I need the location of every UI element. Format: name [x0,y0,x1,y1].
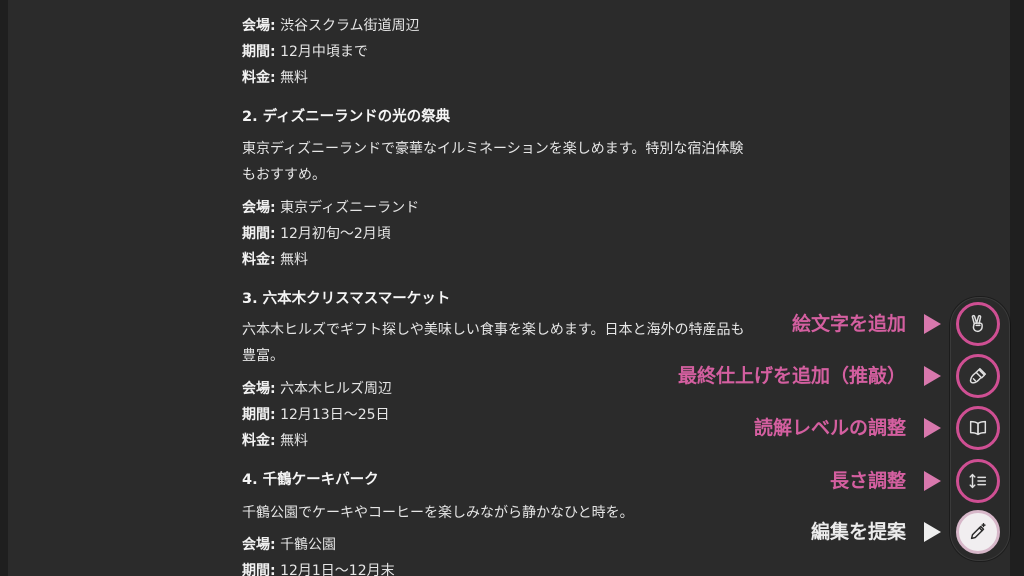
arrow-right-icon [924,366,941,386]
item1-fee: 料金: 無料 [242,68,308,88]
item2-desc-line2: もおすすめ。 [242,167,326,183]
reading-level-button[interactable] [956,406,1000,450]
period-label: 期間: [242,44,276,60]
venue-value: 六本木ヒルズ周辺 [280,381,393,397]
period-value: 12月中頃まで [280,44,368,60]
item4-heading: 4. 千鶴ケーキパーク [242,472,379,488]
fee-label: 料金: [242,433,276,449]
venue-label: 会場: [242,18,276,34]
suggest-edits-button[interactable] [956,510,1000,554]
period-label: 期間: [242,407,276,423]
fee-label: 料金: [242,70,276,86]
period-value: 12月13日〜25日 [280,407,390,423]
venue-label: 会場: [242,200,276,216]
item4-venue: 会場: 千鶴公園 [242,535,336,555]
fee-value: 無料 [280,252,309,268]
item2-period: 期間: 12月初旬〜2月頃 [242,224,391,244]
brush-icon [969,367,987,384]
period-value: 12月1日〜12月末 [280,563,395,576]
peace-hand-icon [971,315,983,333]
item3-desc-line1: 六本木ヒルズでギフト探しや美味しい食事を楽しめます。日本と海外の特産品も [242,322,745,338]
item3-fee: 料金: 無料 [242,431,308,451]
adjust-length-button[interactable] [956,459,1000,503]
venue-value: 千鶴公園 [280,537,337,553]
item2-heading: 2. ディズニーランドの光の祭典 [242,109,451,125]
fee-value: 無料 [280,70,309,86]
line-height-icon [969,473,987,489]
left-edge [0,0,8,576]
chat-page: 会場: 渋谷スクラム街道周辺 期間: 12月中頃まで 料金: 無料 2. ディズ… [0,0,1024,576]
item3-period: 期間: 12月13日〜25日 [242,405,390,425]
item3-desc-line2: 豊富。 [242,348,284,364]
arrow-right-icon [924,418,941,438]
fee-label: 料金: [242,252,276,268]
venue-label: 会場: [242,381,276,397]
period-label: 期間: [242,563,276,576]
venue-label: 会場: [242,537,276,553]
add-emoji-button[interactable] [956,302,1000,346]
suggest-edits-label[interactable]: 編集を提案 [811,520,906,544]
item3-venue: 会場: 六本木ヒルズ周辺 [242,379,392,399]
item4-desc-line1: 千鶴公園でケーキやコーヒーを楽しみながら静かなひと時を。 [242,505,634,521]
item2-fee: 料金: 無料 [242,250,308,270]
item2-venue: 会場: 東京ディズニーランド [242,198,419,218]
arrow-right-icon [924,522,941,542]
right-edge [1010,0,1024,576]
item4-period: 期間: 12月1日〜12月末 [242,561,395,576]
arrow-right-icon [924,314,941,334]
period-label: 期間: [242,226,276,242]
item2-desc-line1: 東京ディズニーランドで豪華なイルミネーションを楽しめます。特別な宿泊体験 [242,141,744,157]
arrow-right-icon [924,471,941,491]
fee-value: 無料 [280,433,309,449]
book-icon [969,420,987,436]
pencil-sparkle-icon [970,523,986,540]
venue-value: 渋谷スクラム街道周辺 [280,18,420,34]
add-final-polish-button[interactable] [956,354,1000,398]
add-emoji-label[interactable]: 絵文字を追加 [792,312,906,336]
add-final-polish-label[interactable]: 最終仕上げを追加（推敲） [678,364,906,388]
reading-level-label[interactable]: 読解レベルの調整 [754,416,906,440]
period-value: 12月初旬〜2月頃 [280,226,391,242]
adjust-length-label[interactable]: 長さ調整 [830,469,906,493]
venue-value: 東京ディズニーランド [280,200,420,216]
item1-venue: 会場: 渋谷スクラム街道周辺 [242,16,420,36]
item3-heading: 3. 六本木クリスマスマーケット [242,291,451,307]
item1-period: 期間: 12月中頃まで [242,42,368,62]
